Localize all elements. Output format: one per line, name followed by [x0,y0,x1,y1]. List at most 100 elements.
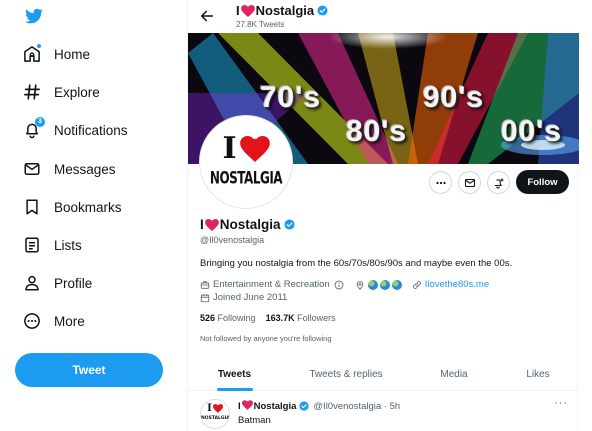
tab-label: Tweets [217,368,252,380]
avatar-heart-icon [212,404,223,413]
link-icon [412,280,421,289]
bell-icon: 3 [23,117,45,139]
profile-tabs: Tweets Tweets & replies Media Likes [188,357,579,391]
bookmark-icon [23,198,41,216]
tweet-more-button[interactable]: ··· [554,397,568,409]
profile-name: I Nostalgia [200,217,295,232]
briefcase-icon [200,280,210,289]
sidebar-item-home[interactable]: Home [23,41,90,67]
banner-label-90s: 90's [423,81,485,114]
tweet-text: Batman [238,415,271,426]
envelope-icon [23,160,41,178]
more-circle-icon [23,312,41,330]
verified-badge-icon [283,219,295,230]
back-arrow-icon[interactable] [199,8,215,24]
message-button[interactable] [458,171,481,194]
notifications-badge: 3 [35,117,45,127]
sidebar-item-more[interactable]: More [23,308,85,334]
more-options-button[interactable] [429,171,452,194]
name-suffix: Nostalgia [253,401,297,412]
not-followed-notice: Not followed by anyone you're following [200,334,332,343]
home-unread-dot [36,43,42,49]
followers-count: 163.7K [265,313,295,323]
globe-emoji-icon [367,279,378,290]
tab-tweets[interactable]: Tweets [188,357,281,391]
home-icon [23,43,42,63]
name-suffix: Nostalgia [255,3,315,18]
followers-label: Followers [297,313,336,323]
profile-column: I Nostalgia 27.8K Tweets 70's 90's 80's … [187,0,579,431]
name-suffix: Nostalgia [219,217,281,232]
heart-icon [240,4,255,17]
sidebar-item-label: Profile [54,275,93,291]
profile-header-bar: I Nostalgia 27.8K Tweets [188,0,579,33]
followers-link[interactable]: 163.7K Followers [266,313,336,323]
sidebar-item-explore[interactable]: Explore [23,79,100,105]
following-link[interactable]: 526 Following [200,313,256,323]
avatar-wordmark: NOSTALGIA [209,168,283,188]
tweet-count: 27.8K Tweets [236,20,285,29]
tab-label: Media [440,368,468,380]
tweet-item[interactable]: I NOSTALGIA I Nostalgia @Il0venostalgia ·… [188,392,579,431]
bell-plus-icon [494,178,503,188]
name-prefix: I [200,217,204,232]
tweet-header: I Nostalgia @Il0venostalgia · 5h [238,400,400,412]
tweet-author-name[interactable]: I Nostalgia [238,400,296,412]
list-icon [23,236,41,254]
avatar-heart-icon [239,135,270,162]
verified-badge-icon [299,401,309,411]
tab-label: Likes [526,368,550,380]
tweet-handle-time: @Il0venostalgia · 5h [313,400,401,412]
header-profile-name: I Nostalgia [236,3,328,18]
ellipsis-icon [435,181,446,184]
notify-button[interactable] [487,171,510,194]
following-count: 526 [200,313,216,323]
person-icon [23,274,41,292]
heart-icon [204,218,219,231]
avatar-letter: I [207,403,212,414]
sidebar-item-notifications[interactable]: 3 Notifications [23,117,128,143]
following-label: Following [217,313,256,323]
sidebar-item-label: Bookmarks [54,199,122,215]
avatar-top-line: I [203,131,289,166]
profile-website-link[interactable]: Ilovethe80s.me [425,279,489,290]
profile-bio: Bringing you nostalgia from the 60s/70s/… [200,258,513,269]
tab-label: Tweets & replies [309,368,383,380]
tweet-button[interactable]: Tweet [15,353,163,387]
sidebar-item-label: Lists [54,237,82,253]
profile-avatar[interactable]: I NOSTALGIA [200,116,292,208]
banner-label-70s: 70's [260,81,322,114]
name-prefix: I [238,401,241,412]
sidebar-item-lists[interactable]: Lists [23,232,82,258]
sidebar-item-label: Notifications [54,122,128,138]
heart-icon [241,400,253,410]
sidebar-item-messages[interactable]: Messages [23,156,116,182]
tweet-avatar[interactable]: I NOSTALGIA [200,399,230,429]
tab-tweets-replies[interactable]: Tweets & replies [281,357,411,391]
twitter-logo-icon[interactable] [24,7,44,25]
tweet-avatar-wordmark: NOSTALGIA [201,416,230,421]
sidebar-item-bookmarks[interactable]: Bookmarks [23,194,122,220]
follow-button[interactable]: Follow [516,170,569,194]
globe-emoji-icon [391,279,402,290]
active-tab-indicator [217,388,253,391]
profile-category: Entertainment & Recreation [213,279,330,290]
profile-handle: @Il0venostalgia [200,235,265,245]
info-icon[interactable] [334,280,344,290]
sidebar-item-label: More [54,313,85,329]
avatar-letter: I [222,131,237,166]
globe-emoji-icon [379,279,390,290]
hashtag-icon [23,83,41,101]
profile-joined-row: Joined June 2011 [200,292,287,303]
profile-joined: Joined June 2011 [213,292,288,303]
tab-likes[interactable]: Likes [497,357,579,391]
tab-media[interactable]: Media [411,357,497,391]
banner-label-00s: 00's [501,115,563,148]
sidebar-item-label: Home [54,46,91,62]
name-prefix: I [236,3,240,18]
calendar-icon [200,293,210,302]
location-pin-icon [356,280,364,290]
sidebar-item-label: Explore [54,84,100,100]
left-sidebar: Home Explore 3 Notifications Messages Bo… [0,0,187,431]
sidebar-item-profile[interactable]: Profile [23,270,92,296]
